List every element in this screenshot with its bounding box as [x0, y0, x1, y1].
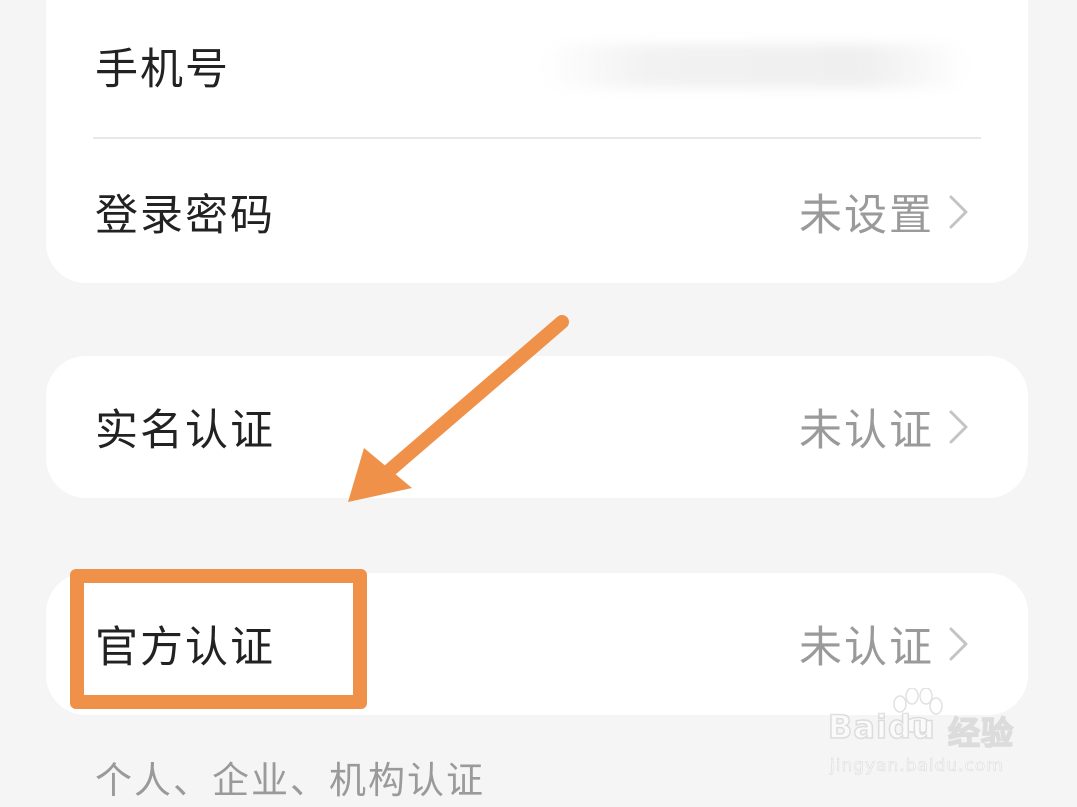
chevron-right-icon — [949, 410, 968, 444]
watermark-brand: Baidu — [827, 707, 936, 747]
realname-verification-status: 未认证 — [799, 406, 934, 456]
phone-value-masked — [540, 44, 970, 88]
login-password-row[interactable]: 登录密码 未设置 — [46, 141, 1028, 283]
watermark-jingyan: 经验 — [947, 713, 1015, 753]
annotation-highlight-box — [70, 569, 367, 709]
phone-label: 手机号 — [95, 45, 230, 95]
login-password-value-container: 未设置 — [799, 181, 970, 243]
official-verification-hint: 个人、企业、机构认证 — [95, 759, 485, 802]
official-verification-status: 未认证 — [799, 623, 934, 673]
realname-verification-label: 实名认证 — [95, 406, 275, 456]
account-settings-card: 手机号 登录密码 未设置 — [46, 0, 1028, 283]
official-verification-value-container: 未认证 — [799, 613, 970, 675]
chevron-right-icon — [949, 627, 968, 661]
annotation-arrow-icon — [348, 315, 569, 502]
login-password-label: 登录密码 — [95, 191, 275, 241]
chevron-right-icon — [949, 195, 968, 229]
phone-value-container — [540, 44, 970, 88]
watermark-url: jingyan.baidu.com — [830, 756, 1004, 777]
realname-verification-value-container: 未认证 — [799, 396, 970, 458]
baidu-jingyan-watermark: Baidu 经验 jingyan.baidu.com — [827, 688, 1028, 788]
login-password-status: 未设置 — [799, 191, 934, 241]
phone-row[interactable]: 手机号 — [46, 0, 1028, 137]
divider — [93, 137, 981, 139]
